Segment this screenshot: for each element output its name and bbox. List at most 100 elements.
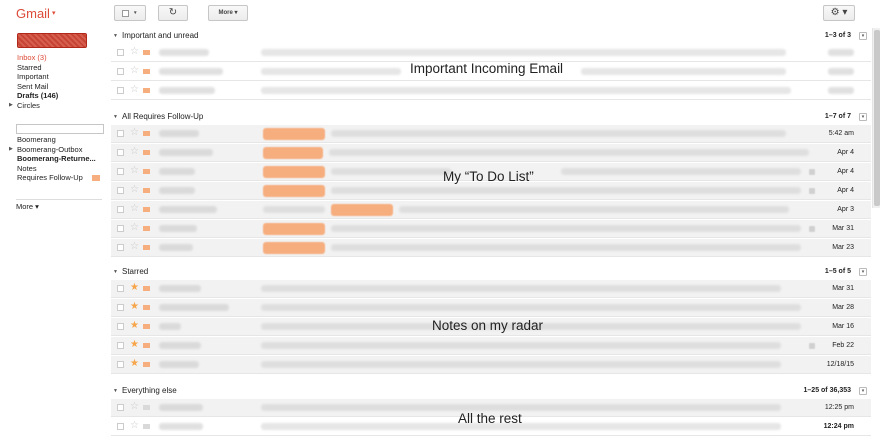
row-checkbox[interactable] (117, 68, 124, 75)
section-menu-button[interactable]: ▾ (859, 268, 867, 276)
star-icon[interactable]: ☆ (130, 165, 139, 177)
star-icon[interactable]: ★ (130, 301, 139, 313)
row-checkbox[interactable] (117, 49, 124, 56)
expand-triangle-icon[interactable]: ▶ (9, 145, 13, 155)
section-title[interactable]: Important and unread (122, 29, 199, 43)
email-row[interactable]: ☆ Mar 23 (111, 238, 871, 257)
collapse-triangle-icon[interactable]: ▼ (113, 384, 118, 398)
sidebar-item-sent-mail[interactable]: Sent Mail (0, 82, 104, 92)
important-marker-icon[interactable] (143, 226, 150, 231)
important-marker-icon[interactable] (143, 245, 150, 250)
expand-triangle-icon[interactable]: ▶ (9, 101, 13, 111)
row-checkbox[interactable] (117, 168, 124, 175)
row-checkbox[interactable] (117, 361, 124, 368)
more-actions-button[interactable]: More ▾ (208, 5, 248, 21)
star-icon[interactable]: ☆ (130, 241, 139, 253)
email-row[interactable]: ★ 12/18/15 (111, 355, 871, 374)
email-row[interactable]: ★ Feb 22 (111, 336, 871, 355)
collapse-triangle-icon[interactable]: ▼ (113, 265, 118, 279)
row-checkbox[interactable] (117, 244, 124, 251)
label-chip[interactable] (263, 147, 323, 159)
star-icon[interactable]: ☆ (130, 127, 139, 139)
row-checkbox[interactable] (117, 304, 124, 311)
star-icon[interactable]: ☆ (130, 203, 139, 215)
important-marker-icon[interactable] (143, 69, 150, 74)
section-title[interactable]: All Requires Follow-Up (122, 110, 203, 124)
important-marker-icon[interactable] (143, 150, 150, 155)
email-row[interactable]: ☆ Mar 31 (111, 219, 871, 238)
sidebar-item-requires-follow-up[interactable]: Requires Follow-Up (0, 173, 104, 183)
label-search-input[interactable] (16, 124, 104, 134)
star-icon[interactable]: ☆ (130, 222, 139, 234)
email-row[interactable]: ☆ Apr 3 (111, 200, 871, 219)
sidebar-item-circles[interactable]: ▶ Circles (0, 101, 104, 111)
label-chip[interactable] (263, 185, 325, 197)
email-row[interactable]: ☆ 5:42 am (111, 124, 871, 143)
row-checkbox[interactable] (117, 342, 124, 349)
important-marker-icon[interactable] (143, 405, 150, 410)
sidebar-item-starred[interactable]: Starred (0, 63, 104, 73)
sidebar-item-boomerang[interactable]: Boomerang (0, 135, 104, 145)
collapse-triangle-icon[interactable]: ▼ (113, 29, 118, 43)
important-marker-icon[interactable] (143, 305, 150, 310)
settings-button[interactable]: ⚙ ▾ (823, 5, 855, 21)
section-menu-button[interactable]: ▾ (859, 113, 867, 121)
section-title[interactable]: Everything else (122, 384, 177, 398)
row-checkbox[interactable] (117, 323, 124, 330)
star-icon[interactable]: ★ (130, 282, 139, 294)
row-checkbox[interactable] (117, 87, 124, 94)
important-marker-icon[interactable] (143, 424, 150, 429)
important-marker-icon[interactable] (143, 324, 150, 329)
compose-button[interactable] (17, 33, 87, 48)
email-row[interactable]: ★ Mar 28 (111, 298, 871, 317)
star-icon[interactable]: ☆ (130, 84, 139, 96)
label-chip[interactable] (331, 204, 393, 216)
important-marker-icon[interactable] (143, 169, 150, 174)
row-checkbox[interactable] (117, 206, 124, 213)
row-checkbox[interactable] (117, 149, 124, 156)
collapse-triangle-icon[interactable]: ▼ (113, 110, 118, 124)
star-icon[interactable]: ☆ (130, 401, 139, 413)
email-row[interactable]: ☆ Apr 4 (111, 143, 871, 162)
refresh-button[interactable]: ↻ (158, 5, 188, 21)
important-marker-icon[interactable] (143, 131, 150, 136)
row-checkbox[interactable] (117, 404, 124, 411)
row-checkbox[interactable] (117, 130, 124, 137)
important-marker-icon[interactable] (143, 88, 150, 93)
section-menu-button[interactable]: ▾ (859, 32, 867, 40)
important-marker-icon[interactable] (143, 207, 150, 212)
star-icon[interactable]: ☆ (130, 65, 139, 77)
star-icon[interactable]: ☆ (130, 146, 139, 158)
section-menu-button[interactable]: ▾ (859, 387, 867, 395)
sidebar-item-boomerang-returned[interactable]: Boomerang-Returne... (0, 154, 104, 164)
sidebar-item-boomerang-outbox[interactable]: ▶ Boomerang-Outbox (0, 145, 104, 155)
row-checkbox[interactable] (117, 423, 124, 430)
sidebar-item-notes[interactable]: Notes (0, 164, 104, 174)
email-row[interactable]: ★ Mar 31 (111, 279, 871, 298)
gmail-logo[interactable]: Gmail ▾ (16, 6, 55, 21)
sidebar-item-drafts[interactable]: Drafts (146) (0, 91, 104, 101)
star-icon[interactable]: ☆ (130, 420, 139, 432)
scrollbar[interactable] (872, 28, 880, 208)
row-checkbox[interactable] (117, 285, 124, 292)
sidebar-item-important[interactable]: Important (0, 72, 104, 82)
sidebar-item-inbox[interactable]: Inbox (3) (0, 53, 104, 63)
star-icon[interactable]: ★ (130, 339, 139, 351)
email-row[interactable]: ☆ (111, 81, 871, 100)
label-chip[interactable] (263, 242, 325, 254)
important-marker-icon[interactable] (143, 343, 150, 348)
label-chip[interactable] (263, 128, 325, 140)
email-row[interactable]: ☆ (111, 43, 871, 62)
important-marker-icon[interactable] (143, 188, 150, 193)
star-icon[interactable]: ☆ (130, 184, 139, 196)
row-checkbox[interactable] (117, 187, 124, 194)
label-chip[interactable] (263, 166, 325, 178)
scroll-thumb[interactable] (874, 30, 880, 206)
important-marker-icon[interactable] (143, 362, 150, 367)
label-chip[interactable] (263, 223, 325, 235)
important-marker-icon[interactable] (143, 50, 150, 55)
row-checkbox[interactable] (117, 225, 124, 232)
star-icon[interactable]: ★ (130, 320, 139, 332)
important-marker-icon[interactable] (143, 286, 150, 291)
sidebar-more-link[interactable]: More ▾ (16, 202, 39, 211)
